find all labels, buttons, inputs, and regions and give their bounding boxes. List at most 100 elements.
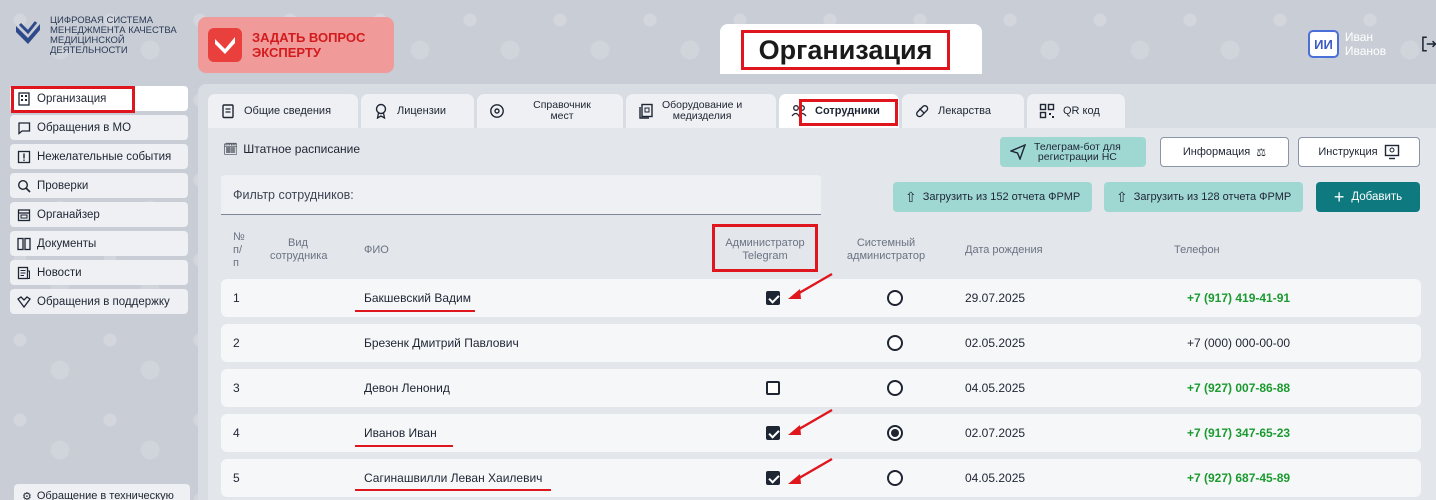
send-icon (1010, 144, 1026, 160)
header-line: Администратор (725, 237, 805, 249)
location-icon (490, 104, 504, 118)
sidebar-item-organizer[interactable]: Органайзер (10, 202, 188, 227)
header-line: Системный (856, 237, 916, 249)
info-button[interactable]: Информация ⚖ (1160, 137, 1289, 167)
header-line: п (233, 257, 239, 269)
header-fio: ФИО (364, 244, 389, 256)
calendar-icon: 🗓 (223, 142, 239, 156)
row-num: 1 (233, 291, 240, 305)
page-title: Организация (741, 30, 950, 70)
system-admin-radio[interactable] (887, 470, 903, 486)
add-button[interactable]: + Добавить (1316, 182, 1420, 212)
sidebar-item-label: Проверки (37, 179, 89, 192)
alert-icon (17, 150, 31, 164)
sidebar-item-inspections[interactable]: Проверки (10, 173, 188, 198)
annotation-underline (355, 445, 453, 447)
chat-icon (17, 121, 31, 135)
telegram-bot-button[interactable]: Телеграм-бот для регистрации НС (1000, 137, 1146, 167)
header-phone: Телефон (1174, 244, 1220, 256)
system-admin-radio[interactable] (887, 380, 903, 396)
header-line: № (233, 231, 245, 243)
people-icon (791, 105, 807, 118)
plus-icon: + (1333, 187, 1345, 207)
row-phone: +7 (927) 687-45-89 (1187, 471, 1291, 485)
tab-qr-code[interactable]: QR код (1027, 94, 1125, 128)
sidebar-item-support[interactable]: Обращения в поддержку (10, 289, 188, 314)
row-fio: Иванов Иван (364, 426, 437, 440)
instruction-button[interactable]: Инструкция (1298, 137, 1420, 167)
ask-expert-line: ЭКСПЕРТУ (252, 45, 321, 60)
tab-places[interactable]: Справочник мест (477, 94, 623, 128)
sidebar-item-label: Органайзер (37, 208, 100, 221)
row-num: 5 (233, 471, 240, 485)
sidebar-item-tech-support[interactable]: ⚙ Обращение в техническую (14, 484, 190, 500)
system-admin-radio[interactable] (887, 290, 903, 306)
clipboard-icon (222, 104, 234, 119)
pill-icon (916, 105, 929, 118)
telegram-admin-checkbox[interactable] (766, 381, 780, 395)
annotation-underline (355, 489, 551, 491)
award-icon (375, 103, 387, 119)
tab-label: QR код (1063, 105, 1100, 117)
wrench-icon: ⚙ (22, 490, 32, 500)
header-num: № п/ п (233, 231, 245, 270)
header-line: сотрудника (270, 250, 328, 262)
row-phone: +7 (917) 419-41-91 (1187, 291, 1291, 305)
tab-general-info[interactable]: Общие сведения (208, 94, 358, 128)
sidebar-item-appeals-mo[interactable]: Обращения в МО (10, 115, 188, 140)
user-menu[interactable]: ИИ Иван Иванов (1308, 30, 1436, 58)
upload-152-button[interactable]: ⇧ Загрузить из 152 отчета ФРМР (893, 182, 1093, 212)
sidebar-item-label: Организация (37, 92, 107, 105)
sidebar-item-label: Обращения в МО (37, 121, 132, 134)
info-label: Информация (1182, 146, 1251, 158)
sidebar-item-label: Обращение в техническую (36, 490, 174, 500)
telegram-bot-line: регистрации НС (1037, 151, 1117, 163)
avatar[interactable]: ИИ (1308, 30, 1339, 58)
system-admin-radio[interactable] (887, 335, 903, 351)
row-fio: Бакшевский Вадим (364, 291, 471, 305)
tab-label: Лекарства (938, 105, 992, 117)
table-row[interactable]: 5 Сагинашвилли Леван Хаилевич 04.05.2025… (221, 459, 1421, 497)
user-name: Иван Иванов (1344, 30, 1387, 58)
employee-filter-input[interactable]: Фильтр сотрудников: (221, 175, 821, 215)
row-phone: +7 (917) 347-65-23 (1187, 426, 1291, 440)
upload-icon: ⇧ (905, 188, 917, 205)
logout-icon[interactable] (1421, 35, 1436, 53)
tab-label: Справочник мест (513, 100, 611, 122)
equipment-icon (639, 103, 653, 119)
logo-heart-icon (16, 21, 40, 44)
logo-text: ЦИФРОВАЯ СИСТЕМА МЕНЕДЖМЕНТА КАЧЕСТВА МЕ… (50, 16, 177, 56)
building-icon (17, 91, 31, 106)
telegram-admin-checkbox[interactable] (766, 426, 780, 440)
sidebar-item-documents[interactable]: Документы (10, 231, 188, 256)
ask-expert-button[interactable]: ЗАДАТЬ ВОПРОС ЭКСПЕРТУ (198, 17, 394, 73)
row-num: 4 (233, 426, 240, 440)
sidebar-item-label: Новости (37, 266, 82, 279)
tab-medicines[interactable]: Лекарства (902, 94, 1024, 128)
calendar-icon (17, 208, 31, 222)
tab-licenses[interactable]: Лицензии (361, 94, 474, 128)
sidebar-item-adverse-events[interactable]: Нежелательные события (10, 144, 188, 169)
logo-line: ДЕЯТЕЛЬНОСТИ (50, 45, 128, 56)
tab-equipment[interactable]: Оборудование и медизделия (626, 94, 776, 128)
sidebar-item-organization[interactable]: Организация (10, 86, 188, 111)
ask-expert-label: ЗАДАТЬ ВОПРОС ЭКСПЕРТУ (252, 30, 365, 60)
row-phone: +7 (927) 007-86-88 (1187, 381, 1291, 395)
app-logo[interactable]: ЦИФРОВАЯ СИСТЕМА МЕНЕДЖМЕНТА КАЧЕСТВА МЕ… (14, 16, 194, 68)
sidebar-item-news[interactable]: Новости (10, 260, 188, 285)
news-icon (17, 266, 31, 280)
telegram-admin-checkbox[interactable] (766, 471, 780, 485)
row-num: 3 (233, 381, 240, 395)
system-admin-radio[interactable] (887, 425, 903, 441)
row-birth-date: 29.07.2025 (965, 291, 1026, 305)
table-row[interactable]: 3 Девон Ленонид 04.05.2025 +7 (927) 007-… (221, 369, 1421, 407)
tab-label: Сотрудники (815, 105, 880, 117)
header-birth-date: Дата рождения (965, 244, 1043, 256)
tab-employees[interactable]: Сотрудники (779, 94, 899, 128)
section-title: 🗓 Штатное расписание (223, 142, 360, 156)
row-fio: Девон Ленонид (364, 381, 450, 395)
upload-128-button[interactable]: ⇧ Загрузить из 128 отчета ФРМР (1104, 182, 1304, 212)
telegram-admin-checkbox[interactable] (766, 291, 780, 305)
row-birth-date: 02.05.2025 (965, 336, 1026, 350)
table-row[interactable]: 2 Брезенк Дмитрий Павлович 02.05.2025 +7… (221, 324, 1421, 362)
